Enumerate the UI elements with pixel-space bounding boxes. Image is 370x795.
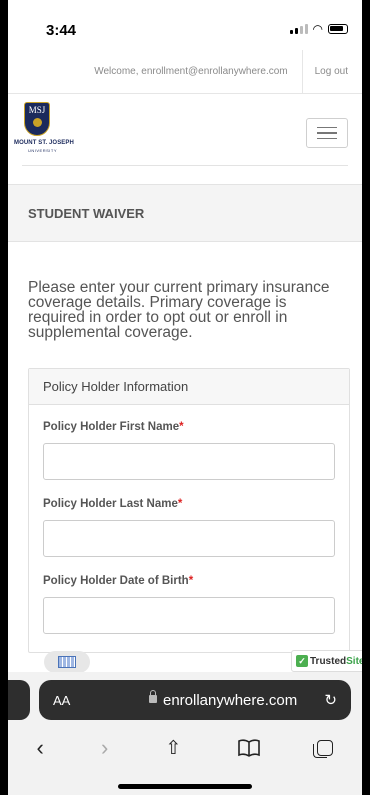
site-text: Site — [346, 655, 362, 667]
trusted-text: Trusted — [310, 655, 347, 667]
university-logo[interactable]: MSJ — [24, 102, 50, 136]
welcome-text: Welcome, enrollment@enrollanywhere.com — [94, 66, 288, 77]
calendar-icon — [58, 656, 76, 668]
browser-chrome: AA enrollanywhere.com ↻ ‹ › ⇧ — [8, 672, 362, 795]
status-icons: ◠ — [289, 22, 348, 36]
last-name-label: Policy Holder Last Name* — [43, 498, 183, 510]
reader-options-button[interactable]: AA — [53, 693, 70, 708]
menu-icon-bar — [317, 132, 337, 134]
dob-input[interactable] — [43, 597, 335, 634]
required-mark: * — [188, 575, 194, 587]
reload-icon[interactable]: ↻ — [324, 691, 337, 709]
site-header: MSJ MOUNT ST. JOSEPH UNIVERSITY — [8, 94, 362, 166]
first-name-input[interactable] — [43, 443, 335, 480]
signal-icon — [289, 24, 308, 34]
required-mark: * — [179, 421, 184, 433]
university-name: MOUNT ST. JOSEPH — [14, 140, 74, 146]
status-time: 3:44 — [46, 22, 77, 39]
intro-text: Please enter your current primary insura… — [28, 279, 330, 341]
browser-toolbar: ‹ › ⇧ — [8, 730, 362, 766]
phone-screen: 3:44 ◠ Welcome, enrollment@enrollanywher… — [8, 0, 362, 795]
book-icon[interactable] — [238, 739, 261, 757]
menu-icon-bar — [317, 126, 337, 129]
home-indicator[interactable] — [118, 784, 252, 789]
share-icon[interactable]: ⇧ — [165, 737, 181, 760]
last-name-input[interactable] — [43, 520, 335, 557]
menu-icon-bar — [317, 137, 337, 140]
trustedsite-badge[interactable]: ✓ Trusted Site — [291, 650, 362, 672]
logout-link[interactable]: Log out — [301, 49, 362, 94]
last-name-field: Policy Holder Last Name* — [43, 498, 335, 557]
dob-label: Policy Holder Date of Birth* — [43, 575, 194, 587]
university-subname: UNIVERSITY — [28, 148, 58, 153]
wifi-icon: ◠ — [312, 22, 323, 36]
first-name-field: Policy Holder First Name* — [43, 421, 335, 480]
previous-tab-preview[interactable] — [8, 680, 30, 720]
required-mark: * — [177, 498, 183, 510]
status-bar: 3:44 ◠ — [8, 0, 362, 50]
header-divider — [22, 165, 348, 166]
hamburger-menu-button[interactable] — [306, 118, 348, 148]
logo-text: MSJ — [28, 105, 46, 115]
address-bar[interactable]: AA enrollanywhere.com ↻ — [39, 680, 351, 720]
account-bar: Welcome, enrollment@enrollanywhere.com L… — [8, 49, 362, 94]
policy-holder-panel: Policy Holder Information Policy Holder … — [28, 368, 350, 653]
tabs-icon[interactable] — [313, 740, 334, 758]
crest-icon — [33, 118, 42, 127]
page-title: STUDENT WAIVER — [8, 184, 362, 242]
back-icon[interactable]: ‹ — [37, 735, 44, 761]
forward-icon[interactable]: › — [101, 735, 108, 761]
battery-icon — [328, 24, 348, 34]
url-text[interactable]: enrollanywhere.com — [163, 692, 297, 709]
first-name-label: Policy Holder First Name* — [43, 421, 184, 433]
lock-icon — [149, 690, 157, 703]
panel-body: Policy Holder First Name* Policy Holder … — [29, 405, 349, 634]
check-icon: ✓ — [296, 655, 308, 667]
panel-title: Policy Holder Information — [29, 369, 349, 405]
dob-field: Policy Holder Date of Birth* — [43, 575, 335, 634]
date-picker-button[interactable] — [44, 651, 90, 673]
